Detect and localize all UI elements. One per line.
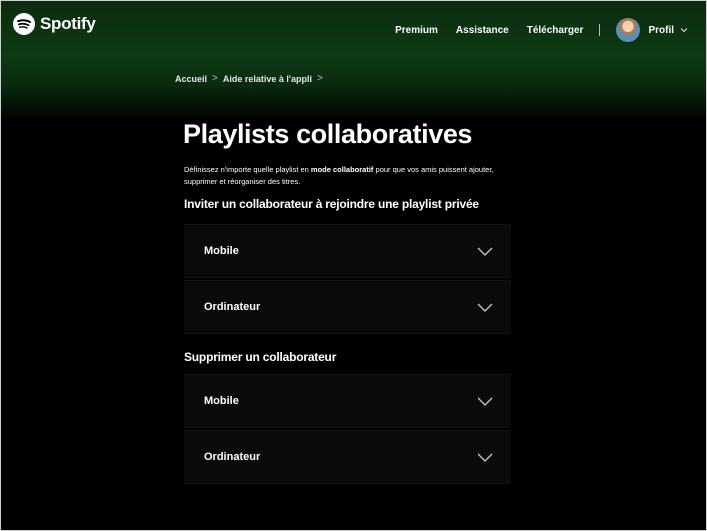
chevron-down-icon xyxy=(477,453,493,462)
chevron-down-icon xyxy=(477,247,493,256)
nav-assistance[interactable]: Assistance xyxy=(456,25,509,36)
brand-name: Spotify xyxy=(40,14,96,33)
nav-download[interactable]: Télécharger xyxy=(527,25,584,36)
intro-text: Définissez n'importe quelle playlist en … xyxy=(184,165,494,186)
avatar xyxy=(616,18,641,42)
page-title: Playlists collaboratives xyxy=(183,119,473,149)
breadcrumb-separator-icon: > xyxy=(317,73,323,84)
accordion-remove-mobile[interactable]: Mobile xyxy=(184,374,511,428)
nav-divider xyxy=(599,24,601,36)
accordion-label: Ordinateur xyxy=(204,451,261,463)
profile-menu[interactable]: Profil xyxy=(616,18,688,42)
profile-label: Profil xyxy=(648,24,674,36)
breadcrumb-separator-icon: > xyxy=(212,73,218,84)
accordion-invite-mobile[interactable]: Mobile xyxy=(184,224,511,278)
chevron-down-icon xyxy=(477,303,493,312)
nav-premium[interactable]: Premium xyxy=(395,25,438,36)
accordion-label: Mobile xyxy=(204,395,239,407)
spotify-logo[interactable]: Spotify xyxy=(13,13,96,35)
chevron-down-icon xyxy=(680,26,688,35)
breadcrumb-section[interactable]: Aide relative à l'appli xyxy=(223,74,312,84)
section-heading-remove: Supprimer un collaborateur xyxy=(184,350,337,364)
breadcrumb: Accueil > Aide relative à l'appli > xyxy=(175,73,323,84)
accordion-label: Ordinateur xyxy=(204,301,261,313)
accordion-invite-desktop[interactable]: Ordinateur xyxy=(184,280,511,334)
accordion-label: Mobile xyxy=(204,245,239,257)
spotify-icon xyxy=(13,13,35,35)
chevron-down-icon xyxy=(477,397,493,406)
breadcrumb-home[interactable]: Accueil xyxy=(175,74,207,84)
intro-bold: mode collaboratif xyxy=(310,165,374,174)
page: Spotify Premium Assistance Télécharger P… xyxy=(0,0,707,531)
article: Playlists collaboratives Définissez n'im… xyxy=(175,111,520,484)
section-heading-invite: Inviter un collaborateur à rejoindre une… xyxy=(184,197,479,211)
top-nav: Premium Assistance Télécharger Profil xyxy=(377,18,688,42)
accordion-remove-desktop[interactable]: Ordinateur xyxy=(184,430,511,484)
